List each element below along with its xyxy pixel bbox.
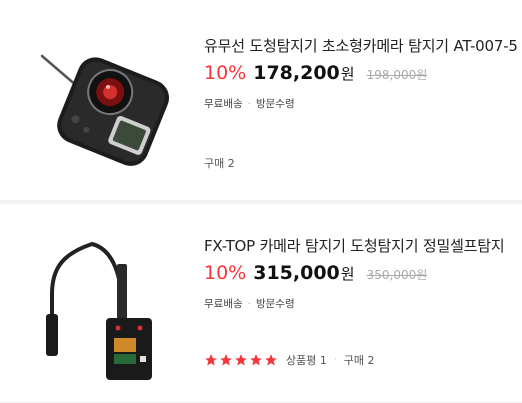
price-row: 10% 178,200 원 198,000원 <box>204 62 427 84</box>
rating-stars <box>204 353 278 367</box>
currency-label: 원 <box>340 65 355 83</box>
product-meta: 상품평 1 · 구매 2 <box>204 352 374 368</box>
free-shipping-tag: 무료배송 <box>204 98 243 110</box>
star-icon <box>250 354 262 366</box>
product-meta: 구매 2 <box>204 155 235 171</box>
sale-price: 178,200 <box>253 62 340 84</box>
original-price: 198,000원 <box>366 68 428 82</box>
pickup-tag: 방문수령 <box>255 98 295 110</box>
currency-label: 원 <box>340 265 355 283</box>
star-icon <box>220 354 232 366</box>
star-icon <box>235 354 247 366</box>
star-icon <box>205 354 217 366</box>
discount-rate: 10% <box>204 262 247 284</box>
original-price: 350,000원 <box>366 268 428 282</box>
product-title[interactable]: FX-TOP 카메라 탐지기 도청탐지기 정밀셀프탐지 <box>204 235 505 256</box>
product-image[interactable] <box>22 214 192 384</box>
purchase-count: 구매 2 <box>343 354 375 367</box>
product-card[interactable]: FX-TOP 카메라 탐지기 도청탐지기 정밀셀프탐지 10% 315,000 … <box>0 204 522 402</box>
tag-separator: · <box>247 298 251 310</box>
review-count[interactable]: 상품평 1 <box>286 352 327 368</box>
price-row: 10% 315,000 원 350,000원 <box>204 262 427 284</box>
product-image[interactable] <box>22 14 192 184</box>
sale-price: 315,000 <box>253 262 340 284</box>
product-card[interactable]: 유무선 도청탐지기 초소형카메라 탐지기 AT-007-5 10% 178,20… <box>0 0 522 198</box>
pickup-tag: 방문수령 <box>255 298 295 310</box>
tag-separator: · <box>247 98 251 110</box>
discount-rate: 10% <box>204 62 247 84</box>
free-shipping-tag: 무료배송 <box>204 298 243 310</box>
star-icon <box>265 354 277 366</box>
product-title[interactable]: 유무선 도청탐지기 초소형카메라 탐지기 AT-007-5 <box>204 35 518 56</box>
purchase-count: 구매 2 <box>204 157 235 170</box>
shipping-tags: 무료배송 · 방문수령 <box>204 296 295 311</box>
meta-separator: · <box>333 355 337 365</box>
product-list: 유무선 도청탐지기 초소형카메라 탐지기 AT-007-5 10% 178,20… <box>0 0 522 403</box>
shipping-tags: 무료배송 · 방문수령 <box>204 96 295 111</box>
